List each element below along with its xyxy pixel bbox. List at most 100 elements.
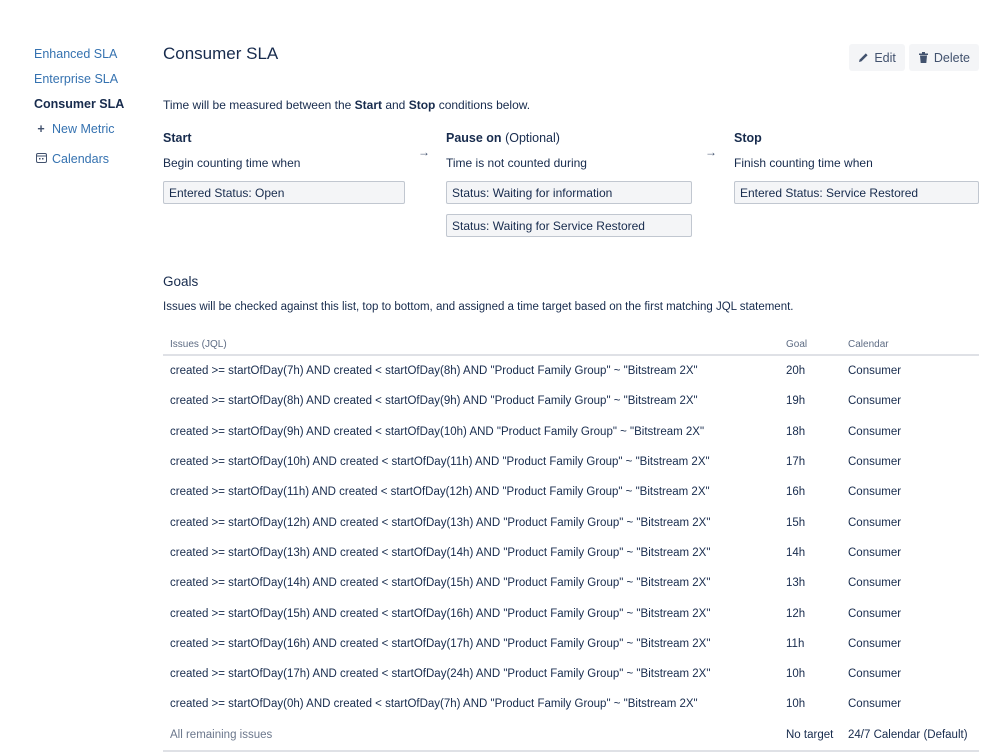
cell-calendar: Consumer	[848, 546, 902, 559]
table-row: created >= startOfDay(12h) AND created <…	[163, 507, 979, 537]
intro-text: Time will be measured between the Start …	[163, 98, 530, 112]
start-description: Begin counting time when	[163, 156, 301, 170]
cell-goal: 20h	[786, 365, 806, 378]
table-row: created >= startOfDay(11h) AND created <…	[163, 477, 979, 507]
table-row: created >= startOfDay(16h) AND created <…	[163, 629, 979, 659]
delete-label: Delete	[933, 50, 970, 65]
pause-condition-item: Status: Waiting for Service Restored	[446, 214, 692, 237]
table-row: created >= startOfDay(15h) AND created <…	[163, 598, 979, 628]
pause-condition-item: Status: Waiting for information	[446, 181, 692, 204]
cell-jql: created >= startOfDay(11h) AND created <…	[170, 486, 710, 499]
sidebar-nav: Enhanced SLA Enterprise SLA Consumer SLA…	[34, 46, 144, 176]
table-row: created >= startOfDay(9h) AND created < …	[163, 417, 979, 447]
edit-label: Edit	[874, 50, 896, 65]
cell-calendar: Consumer	[848, 607, 902, 620]
column-header-goal: Goal	[779, 334, 841, 356]
pause-description: Time is not counted during	[446, 156, 587, 170]
cell-jql: created >= startOfDay(13h) AND created <…	[170, 546, 711, 559]
cell-goal: 19h	[786, 395, 806, 408]
intro-suffix: conditions below.	[435, 98, 531, 112]
cell-jql: created >= startOfDay(14h) AND created <…	[170, 577, 711, 590]
calendars-label: Calendars	[52, 152, 109, 166]
cell-calendar: Consumer	[848, 637, 902, 650]
start-condition-item: Entered Status: Open	[163, 181, 405, 204]
cell-calendar: Consumer	[848, 698, 902, 711]
cell-goal: 18h	[786, 425, 806, 438]
cell-calendar: Consumer	[848, 456, 902, 469]
table-row: created >= startOfDay(14h) AND created <…	[163, 568, 979, 598]
table-row: created >= startOfDay(13h) AND created <…	[163, 538, 979, 568]
header-actions: Edit Delete	[849, 44, 979, 71]
stop-heading: Stop	[734, 131, 762, 145]
cell-calendar: Consumer	[848, 486, 902, 499]
cell-goal: 10h	[786, 668, 806, 681]
cell-jql: All remaining issues	[163, 719, 779, 752]
table-row: created >= startOfDay(17h) AND created <…	[163, 659, 979, 689]
cell-calendar: Consumer	[848, 668, 902, 681]
cell-goal: 10h	[786, 698, 806, 711]
cell-goal: 11h	[786, 637, 805, 650]
pause-optional-label: (Optional)	[505, 131, 560, 145]
calendar-icon	[34, 151, 48, 167]
start-heading: Start	[163, 131, 192, 145]
table-row: created >= startOfDay(8h) AND created < …	[163, 386, 979, 416]
plus-icon: +	[37, 122, 45, 136]
cell-calendar: Consumer	[848, 516, 902, 529]
cell-calendar: Consumer	[848, 365, 902, 378]
page-title: Consumer SLA	[163, 44, 279, 63]
cell-calendar: 24/7 Calendar (Default)	[841, 719, 979, 752]
cell-goal: 15h	[786, 516, 806, 529]
table-header-row: Issues (JQL) Goal Calendar	[163, 334, 979, 356]
column-header-calendar: Calendar	[841, 334, 979, 356]
pause-condition: Pause on (Optional) Time is not counted …	[446, 131, 692, 237]
new-metric-link[interactable]: + New Metric	[34, 121, 144, 146]
goals-description: Issues will be checked against this list…	[163, 301, 794, 313]
intro-start: Start	[354, 98, 382, 112]
table-row: created >= startOfDay(10h) AND created <…	[163, 447, 979, 477]
calendars-link[interactable]: Calendars	[34, 151, 144, 176]
table-row: created >= startOfDay(7h) AND created < …	[163, 355, 979, 386]
intro-middle: and	[382, 98, 409, 112]
pause-heading-label: Pause on	[446, 131, 502, 145]
cell-goal: 12h	[786, 607, 806, 620]
delete-button[interactable]: Delete	[908, 44, 979, 71]
cell-jql: created >= startOfDay(15h) AND created <…	[170, 607, 711, 620]
cell-calendar: Consumer	[848, 395, 902, 408]
cell-goal: 14h	[786, 546, 806, 559]
cell-goal: 13h	[786, 577, 806, 590]
trash-icon	[918, 52, 928, 63]
start-condition: Start Begin counting time when Entered S…	[163, 131, 405, 204]
cell-jql: created >= startOfDay(17h) AND created <…	[170, 668, 711, 681]
intro-stop: Stop	[408, 98, 436, 112]
goals-heading: Goals	[163, 274, 199, 289]
stop-condition: Stop Finish counting time when Entered S…	[734, 131, 979, 204]
cell-calendar: Consumer	[848, 425, 902, 438]
arrow-icon: →	[705, 145, 717, 159]
cell-jql: created >= startOfDay(9h) AND created < …	[170, 425, 705, 438]
table-row: created >= startOfDay(0h) AND created < …	[163, 689, 979, 719]
cell-jql: created >= startOfDay(7h) AND created < …	[170, 365, 698, 378]
sidebar-item-enhanced-sla[interactable]: Enhanced SLA	[34, 46, 144, 71]
cell-goal: 16h	[786, 486, 806, 499]
stop-description: Finish counting time when	[734, 156, 873, 170]
sidebar-item-consumer-sla[interactable]: Consumer SLA	[34, 96, 144, 121]
new-metric-label: New Metric	[52, 122, 115, 136]
arrow-icon: →	[418, 145, 430, 159]
pencil-icon	[859, 53, 868, 62]
cell-jql: created >= startOfDay(0h) AND created < …	[170, 698, 698, 711]
cell-calendar: Consumer	[848, 577, 902, 590]
stop-condition-item: Entered Status: Service Restored	[734, 181, 979, 204]
goals-table: Issues (JQL) Goal Calendar created >= st…	[163, 334, 979, 752]
cell-jql: created >= startOfDay(16h) AND created <…	[170, 637, 711, 650]
sidebar-item-enterprise-sla[interactable]: Enterprise SLA	[34, 71, 144, 96]
cell-jql: created >= startOfDay(12h) AND created <…	[170, 516, 711, 529]
column-header-jql: Issues (JQL)	[163, 334, 779, 356]
remaining-issues-row: All remaining issues No target 24/7 Calend…	[163, 719, 979, 752]
edit-button[interactable]: Edit	[849, 44, 905, 71]
cell-jql: created >= startOfDay(8h) AND created < …	[170, 395, 698, 408]
cell-goal: No target	[779, 719, 841, 752]
intro-prefix: Time will be measured between the	[163, 98, 355, 112]
pause-heading: Pause on (Optional)	[446, 131, 692, 148]
cell-goal: 17h	[786, 456, 806, 469]
cell-jql: created >= startOfDay(10h) AND created <…	[170, 456, 710, 469]
